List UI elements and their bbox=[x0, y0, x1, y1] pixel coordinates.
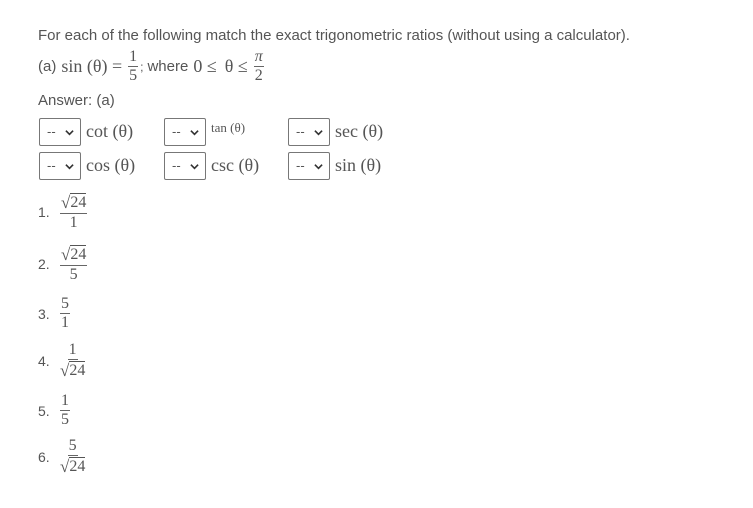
chevron-down-icon bbox=[190, 164, 199, 170]
sqrt-expression: √ 24 bbox=[60, 361, 86, 380]
option-fraction: 5 √ 24 bbox=[60, 437, 86, 476]
separator: ; bbox=[140, 59, 144, 74]
option-item: 4. 1 √ 24 bbox=[38, 341, 86, 380]
problem-statement: (a) sin (θ) = 1 5 ; where 0 ≤ θ ≤ π 2 bbox=[38, 49, 264, 84]
instructions-text: For each of the following match the exac… bbox=[38, 27, 630, 44]
select-sec[interactable]: -- bbox=[288, 118, 330, 146]
select-tan[interactable]: -- bbox=[164, 118, 206, 146]
option-fraction: √ 24 1 bbox=[60, 193, 88, 231]
select-cos[interactable]: -- bbox=[39, 152, 81, 180]
chevron-down-icon bbox=[314, 164, 323, 170]
where-text: where bbox=[147, 58, 189, 75]
pi-fraction: π 2 bbox=[253, 48, 264, 84]
sqrt-expression: √ 24 bbox=[61, 193, 87, 212]
option-item: 6. 5 √ 24 bbox=[38, 437, 86, 476]
label-tan: tan (θ) bbox=[211, 120, 246, 135]
label-csc: csc (θ) bbox=[211, 155, 260, 175]
option-item: 1. √ 24 1 bbox=[38, 193, 88, 231]
option-item: 5. 1 5 bbox=[38, 392, 70, 428]
option-fraction: 1 √ 24 bbox=[60, 341, 86, 380]
chevron-down-icon bbox=[65, 164, 74, 170]
option-fraction: √ 24 5 bbox=[60, 245, 88, 283]
label-sin: sin (θ) bbox=[335, 155, 382, 175]
chevron-down-icon bbox=[190, 130, 199, 136]
label-cos: cos (θ) bbox=[86, 155, 136, 175]
label-sec: sec (θ) bbox=[335, 121, 384, 141]
option-item: 2. √ 24 5 bbox=[38, 245, 88, 283]
chevron-down-icon bbox=[314, 130, 323, 136]
option-fraction: 1 5 bbox=[60, 392, 70, 428]
constraint-var: θ ≤ bbox=[224, 56, 248, 76]
sqrt-expression: √ 24 bbox=[60, 457, 86, 476]
sqrt-expression: √ 24 bbox=[61, 245, 87, 264]
chevron-down-icon bbox=[65, 130, 74, 136]
label-cot: cot (θ) bbox=[86, 121, 134, 141]
option-fraction: 5 1 bbox=[60, 295, 70, 331]
part-label: (a) bbox=[38, 58, 57, 75]
select-cot[interactable]: -- bbox=[39, 118, 81, 146]
select-sin[interactable]: -- bbox=[288, 152, 330, 180]
lhs-expression: sin (θ) = bbox=[61, 56, 123, 76]
sin-fraction: 1 5 bbox=[128, 48, 139, 84]
constraint-lower: 0 ≤ bbox=[193, 56, 217, 76]
select-csc[interactable]: -- bbox=[164, 152, 206, 180]
answer-label: Answer: (a) bbox=[38, 92, 115, 109]
option-item: 3. 5 1 bbox=[38, 295, 70, 331]
